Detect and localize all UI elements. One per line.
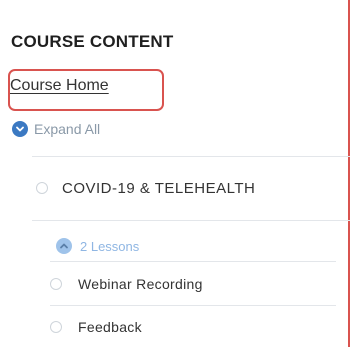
course-content-sidebar: COURSE CONTENT Course Home Expand All CO… bbox=[0, 0, 350, 347]
divider bbox=[32, 156, 350, 157]
divider bbox=[32, 220, 350, 221]
list-item-webinar-recording[interactable]: Webinar Recording bbox=[50, 273, 203, 295]
course-home-link[interactable]: Course Home bbox=[10, 77, 109, 95]
empty-circle-icon bbox=[50, 278, 62, 290]
chevron-down-circle-icon bbox=[12, 121, 28, 137]
expand-all-button[interactable]: Expand All bbox=[12, 118, 100, 140]
item-title: Webinar Recording bbox=[78, 276, 203, 292]
empty-circle-icon bbox=[50, 321, 62, 333]
divider bbox=[50, 261, 336, 262]
chevron-up-circle-icon bbox=[56, 238, 72, 254]
empty-circle-icon bbox=[36, 182, 48, 194]
lessons-toggle[interactable]: 2 Lessons bbox=[56, 236, 139, 256]
item-title: Feedback bbox=[78, 319, 142, 335]
list-item-feedback[interactable]: Feedback bbox=[50, 316, 142, 338]
sidebar-heading: COURSE CONTENT bbox=[11, 32, 174, 51]
section-title: COVID-19 & TELEHEALTH bbox=[62, 179, 256, 197]
divider bbox=[50, 305, 336, 306]
expand-all-label: Expand All bbox=[34, 121, 101, 137]
section-covid-telehealth[interactable]: COVID-19 & TELEHEALTH bbox=[36, 176, 255, 200]
lessons-label: 2 Lessons bbox=[80, 238, 140, 254]
